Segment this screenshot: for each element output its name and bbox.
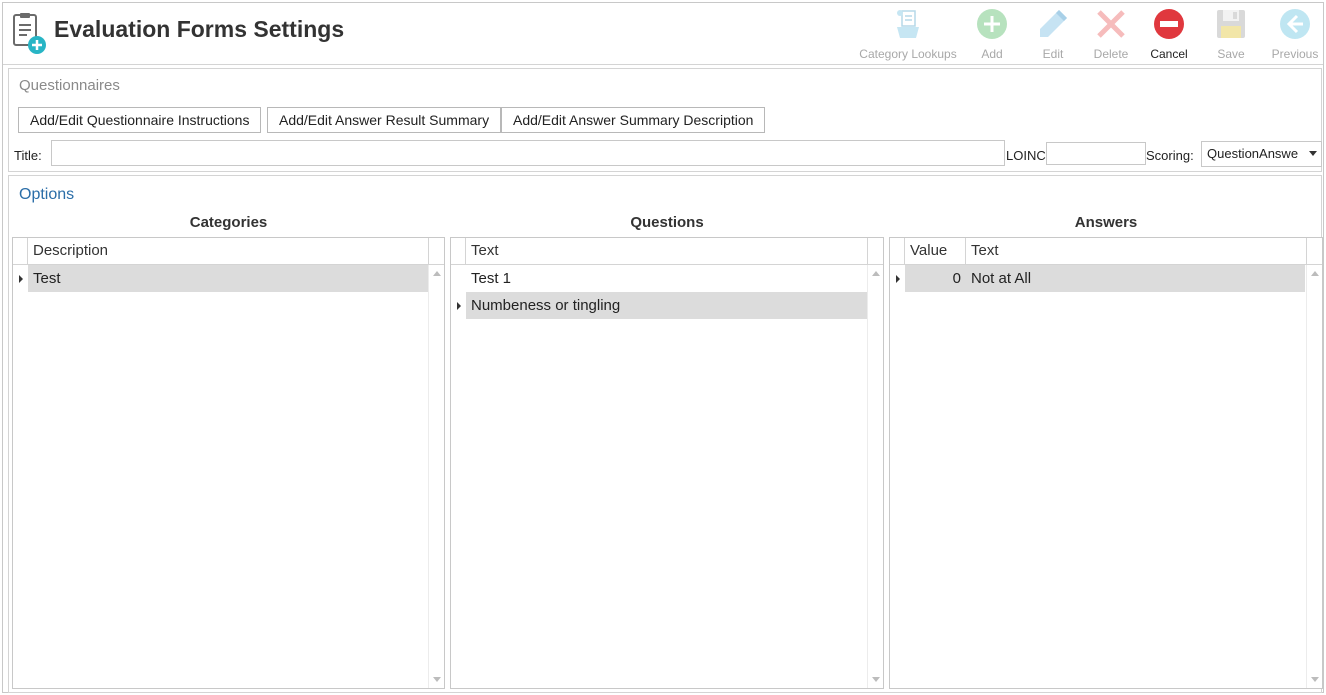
cancel-icon <box>1154 9 1184 39</box>
scroll-up-icon[interactable] <box>872 271 880 276</box>
column-header-text[interactable]: Text <box>966 238 1307 264</box>
answer-summary-description-button[interactable]: Add/Edit Answer Summary Description <box>501 107 766 133</box>
answers-header: Value Text <box>890 238 1322 265</box>
column-header-value[interactable]: Value <box>905 238 966 264</box>
save-icon <box>1217 10 1245 38</box>
questions-title: Questions <box>630 214 704 231</box>
column-header-description[interactable]: Description <box>28 238 429 264</box>
table-row[interactable]: Test <box>13 265 429 292</box>
delete-icon <box>1097 10 1125 38</box>
answer-result-summary-button[interactable]: Add/Edit Answer Result Summary <box>267 107 502 133</box>
delete-label: Delete <box>1093 47 1129 61</box>
current-row-icon <box>19 275 23 283</box>
add-icon <box>977 9 1007 39</box>
cell-text[interactable]: Not at All <box>966 265 1305 292</box>
questionnaires-panel: Questionnaires Add/Edit Questionnaire In… <box>8 68 1322 172</box>
column-header-text[interactable]: Text <box>466 238 868 264</box>
cancel-label: Cancel <box>1150 47 1188 61</box>
delete-button[interactable]: Delete <box>1085 7 1137 63</box>
scroll-up-icon[interactable] <box>433 271 441 276</box>
category-lookups-icon <box>897 10 919 38</box>
row-indicator <box>13 265 28 292</box>
header-spacer <box>1306 238 1322 264</box>
cell-description[interactable]: Test <box>28 265 429 292</box>
scoring-value: QuestionAnswe <box>1207 146 1299 161</box>
table-row[interactable]: Test 1 <box>451 265 868 292</box>
scroll-down-icon[interactable] <box>872 677 880 682</box>
evaluation-form-icon <box>13 13 46 54</box>
loinc-input[interactable] <box>1046 142 1146 165</box>
window: Evaluation Forms Settings Category Looku… <box>2 2 1324 693</box>
cell-value[interactable]: 0 <box>905 265 966 292</box>
categories-scrollbar[interactable] <box>428 265 444 688</box>
row-indicator <box>451 265 466 292</box>
scroll-down-icon[interactable] <box>433 677 441 682</box>
previous-label: Previous <box>1271 47 1319 61</box>
categories-grid: Description Test <box>12 237 445 689</box>
header-bar: Evaluation Forms Settings Category Looku… <box>3 3 1323 65</box>
scoring-label: Scoring: <box>1146 148 1194 163</box>
row-indicator <box>890 265 905 292</box>
previous-icon <box>1280 9 1310 39</box>
questionnaires-heading: Questionnaires <box>19 77 120 94</box>
categories-header: Description <box>13 238 444 265</box>
questions-grid: Text Test 1 Numbeness or tingling <box>450 237 884 689</box>
edit-label: Edit <box>1042 47 1064 61</box>
scroll-down-icon[interactable] <box>1311 677 1319 682</box>
category-lookups-button[interactable]: Category Lookups <box>859 7 957 63</box>
chevron-down-icon <box>1309 151 1317 156</box>
title-input[interactable] <box>51 140 1005 166</box>
answers-title: Answers <box>1074 214 1138 231</box>
answers-grid: Value Text 0 Not at All <box>889 237 1323 689</box>
edit-button[interactable]: Edit <box>1028 7 1078 63</box>
edit-icon <box>1040 10 1067 37</box>
row-indicator <box>451 292 466 319</box>
scoring-dropdown[interactable]: QuestionAnswe <box>1201 141 1322 167</box>
category-lookups-label: Category Lookups <box>859 47 957 61</box>
add-button[interactable]: Add <box>967 7 1017 63</box>
save-label: Save <box>1217 47 1245 61</box>
cancel-button[interactable]: Cancel <box>1143 7 1195 63</box>
title-label: Title: <box>14 148 42 163</box>
save-button[interactable]: Save <box>1206 7 1256 63</box>
categories-title: Categories <box>189 214 268 231</box>
row-selector-header <box>13 238 28 264</box>
table-row[interactable]: 0 Not at All <box>890 265 1305 292</box>
add-label: Add <box>981 47 1003 61</box>
questions-scrollbar[interactable] <box>867 265 883 688</box>
options-panel: Options Categories Description Test Ques… <box>8 175 1323 693</box>
options-heading: Options <box>19 186 75 203</box>
page-title: Evaluation Forms Settings <box>54 16 345 42</box>
loinc-label: LOINC <box>1006 148 1046 163</box>
scroll-up-icon[interactable] <box>1311 271 1319 276</box>
current-row-icon <box>896 275 900 283</box>
questions-header: Text <box>451 238 883 265</box>
header-spacer <box>428 238 444 264</box>
current-row-icon <box>457 302 461 310</box>
row-selector-header <box>451 238 466 264</box>
cell-text[interactable]: Numbeness or tingling <box>466 292 868 319</box>
answers-scrollbar[interactable] <box>1306 265 1322 688</box>
cell-text[interactable]: Test 1 <box>466 265 868 292</box>
table-row[interactable]: Numbeness or tingling <box>451 292 868 319</box>
questionnaire-instructions-button[interactable]: Add/Edit Questionnaire Instructions <box>18 107 262 133</box>
header-spacer <box>867 238 883 264</box>
row-selector-header <box>890 238 905 264</box>
previous-button[interactable]: Previous <box>1267 7 1323 63</box>
